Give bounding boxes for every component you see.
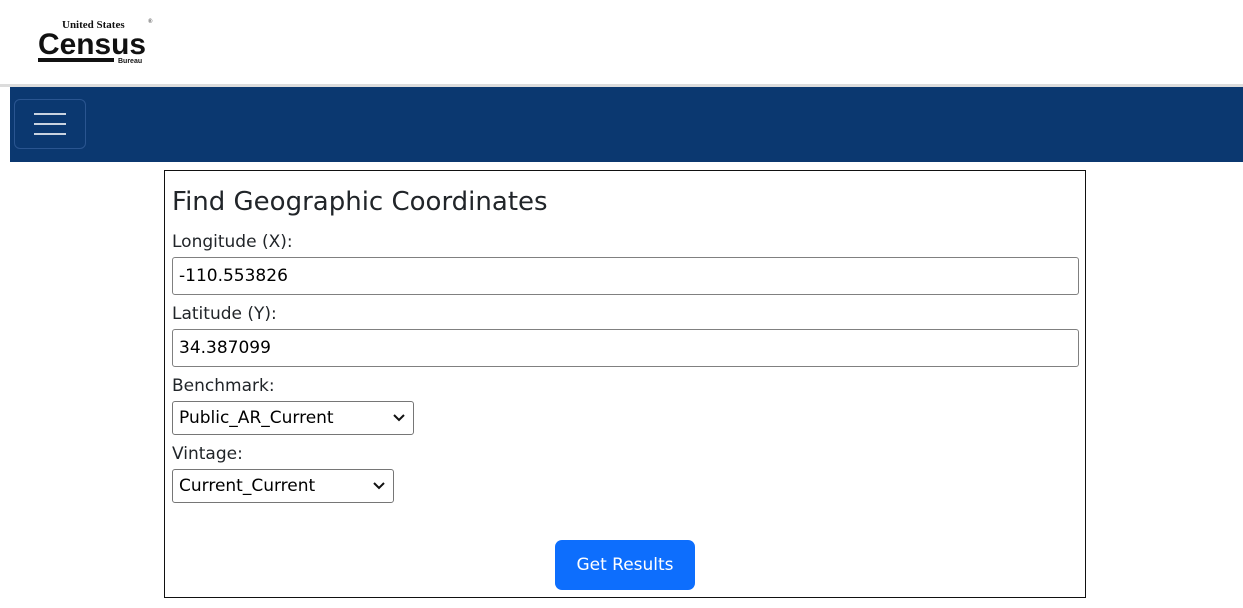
vintage-label: Vintage: [172, 444, 243, 464]
longitude-input[interactable] [172, 257, 1079, 295]
menu-toggle-button[interactable] [14, 99, 86, 149]
hamburger-menu-icon [34, 113, 66, 135]
benchmark-select[interactable]: Public_AR_Current [172, 401, 414, 435]
logo-bureau-text: Bureau [118, 58, 142, 65]
top-navbar [10, 87, 1243, 162]
latitude-input[interactable] [172, 329, 1079, 367]
longitude-label: Longitude (X): [172, 232, 293, 252]
latitude-label: Latitude (Y): [172, 304, 277, 324]
vintage-selected-value: Current_Current [179, 476, 316, 496]
coordinates-form-panel: Find Geographic Coordinates Longitude (X… [164, 170, 1086, 598]
logo-census-text: Census [38, 28, 146, 61]
benchmark-label: Benchmark: [172, 376, 275, 396]
submit-row: Get Results [165, 540, 1085, 590]
benchmark-selected-value: Public_AR_Current [179, 408, 334, 428]
get-results-button[interactable]: Get Results [555, 540, 695, 590]
page-title: Find Geographic Coordinates [172, 187, 548, 217]
vintage-select[interactable]: Current_Current [172, 469, 394, 503]
chevron-down-icon [393, 414, 405, 422]
census-logo[interactable]: United States ® Census Bureau [34, 14, 154, 70]
chevron-down-icon [373, 482, 385, 490]
logo-underline-bar [38, 58, 114, 62]
logo-registered-mark: ® [148, 18, 153, 25]
